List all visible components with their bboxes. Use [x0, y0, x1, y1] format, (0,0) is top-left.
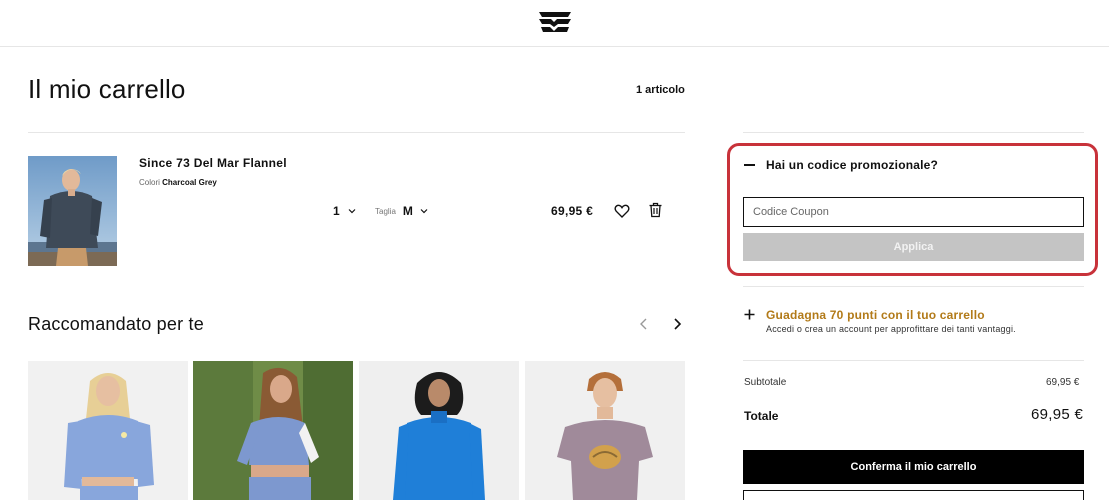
- size-select[interactable]: Taglia M: [375, 204, 428, 218]
- color-label: Colori: [139, 178, 160, 187]
- product-color: Colori Charcoal Grey: [139, 178, 217, 187]
- color-value: Charcoal Grey: [162, 178, 217, 187]
- page-title: Il mio carrello: [28, 74, 186, 104]
- product-name[interactable]: Since 73 Del Mar Flannel: [139, 156, 287, 170]
- size-label: Taglia: [375, 206, 396, 216]
- quantity-value: 1: [333, 204, 340, 218]
- total-label: Totale: [744, 409, 779, 423]
- recommended-product-card[interactable]: [359, 361, 519, 500]
- loyalty-points-subtitle: Accedi o crea un account per approfittar…: [766, 324, 1016, 334]
- plus-icon[interactable]: [744, 309, 755, 320]
- promo-code-toggle[interactable]: Hai un codice promozionale?: [766, 158, 938, 172]
- divider: [743, 132, 1084, 133]
- secondary-checkout-button[interactable]: [743, 490, 1084, 500]
- apply-coupon-button[interactable]: Applica: [743, 233, 1084, 261]
- chevron-left-icon[interactable]: [637, 317, 651, 331]
- recommended-product-card[interactable]: [525, 361, 685, 500]
- loyalty-points-title[interactable]: Guadagna 70 punti con il tuo carrello: [766, 308, 985, 322]
- subtotal-value: 69,95 €: [1046, 377, 1080, 388]
- chevron-down-icon: [420, 209, 428, 214]
- coupon-input[interactable]: [743, 197, 1084, 227]
- site-header: [0, 0, 1109, 47]
- size-value: M: [402, 204, 413, 218]
- heart-icon[interactable]: [614, 203, 630, 219]
- cart-item-count: 1 articolo: [636, 84, 685, 96]
- item-price: 69,95 €: [551, 204, 594, 218]
- confirm-cart-button[interactable]: Conferma il mio carrello: [743, 450, 1084, 484]
- minus-icon[interactable]: [744, 164, 755, 166]
- subtotal-label: Subtotale: [744, 377, 787, 388]
- divider: [743, 360, 1084, 361]
- chevron-down-icon: [348, 209, 356, 214]
- divider: [743, 286, 1084, 287]
- divider: [28, 132, 685, 133]
- total-value: 69,95 €: [1031, 406, 1084, 423]
- quantity-select[interactable]: 1: [333, 204, 356, 218]
- recommended-product-card[interactable]: [193, 361, 353, 500]
- recommended-product-card[interactable]: [28, 361, 188, 500]
- product-image[interactable]: [28, 156, 117, 266]
- billabong-wave-logo-icon[interactable]: [537, 11, 573, 33]
- trash-icon[interactable]: [648, 202, 663, 218]
- recommended-title: Raccomandato per te: [28, 314, 204, 334]
- chevron-right-icon[interactable]: [670, 317, 684, 331]
